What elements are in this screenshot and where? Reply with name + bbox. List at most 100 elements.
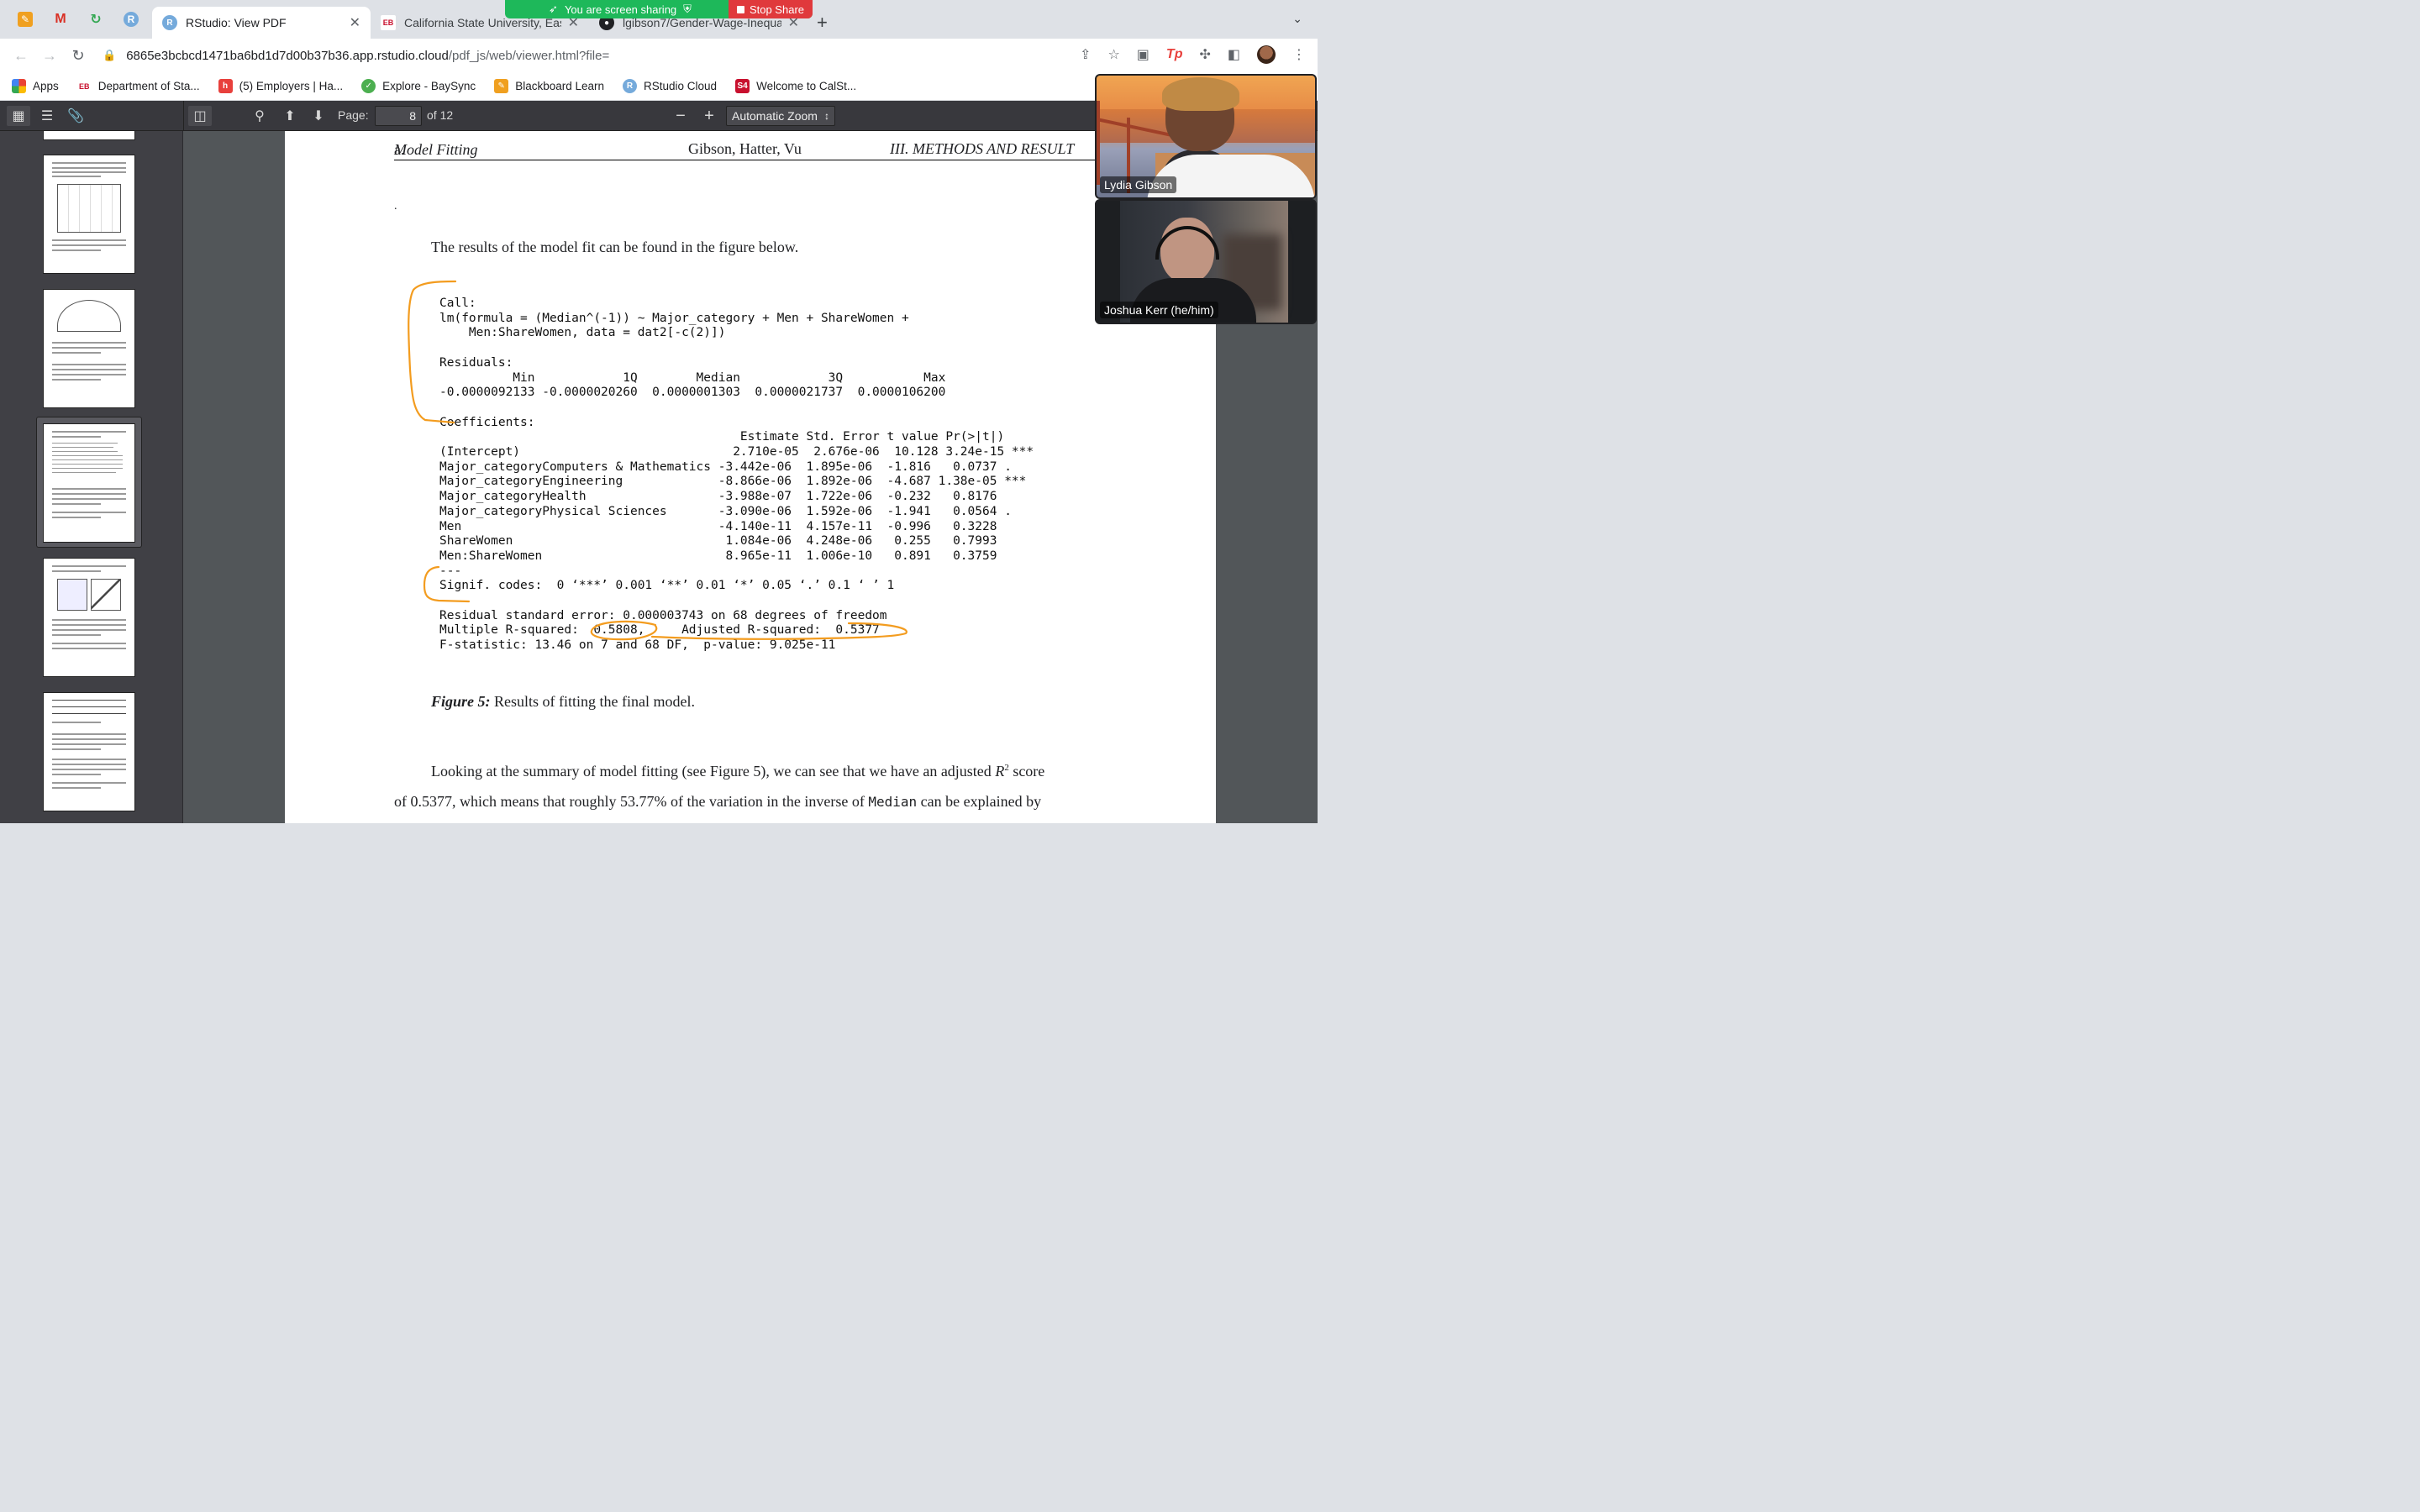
page-thumbnail[interactable] bbox=[44, 131, 134, 139]
page-thumbnail[interactable] bbox=[44, 693, 134, 811]
pinned-tab-refresh[interactable]: ↻ bbox=[81, 8, 111, 31]
share-icon[interactable]: ⇪ bbox=[1080, 46, 1091, 63]
rstudio-favicon-icon: R bbox=[162, 15, 177, 30]
code-line: Major_categoryComputers & Mathematics -3… bbox=[439, 459, 1012, 474]
code-line: Major_categoryEngineering -8.866e-06 1.8… bbox=[439, 475, 1027, 489]
page-label: Page: bbox=[338, 108, 369, 122]
bookmark-rstudio-cloud[interactable]: R RStudio Cloud bbox=[623, 79, 717, 93]
next-page-icon[interactable]: ⬇ bbox=[307, 106, 330, 126]
side-panel-icon[interactable]: ◧ bbox=[1228, 46, 1240, 63]
back-arrow-icon[interactable]: ← bbox=[7, 47, 35, 65]
code-line: lm(formula = (Median^(-1)) ~ Major_categ… bbox=[439, 311, 909, 325]
page-thumbnail[interactable] bbox=[44, 290, 134, 407]
code-line: -0.0000092133 -0.0000020260 0.0000001303… bbox=[439, 386, 946, 400]
tab-search-chevron-icon[interactable]: ⌄ bbox=[1292, 12, 1302, 26]
page-thumbnail[interactable] bbox=[44, 155, 134, 273]
new-tab-button[interactable]: + bbox=[817, 12, 828, 34]
outline-view-icon[interactable]: ☰ bbox=[35, 106, 59, 126]
code-line: Min 1Q Median 3Q Max bbox=[439, 370, 946, 385]
bookmark-department[interactable]: EB Department of Sta... bbox=[76, 79, 200, 93]
code-line: Call: bbox=[439, 297, 476, 310]
page-thumbnail[interactable] bbox=[44, 559, 134, 676]
code-line: Major_categoryPhysical Sciences -3.090e-… bbox=[439, 504, 1012, 518]
tp-extension-icon[interactable]: Tp bbox=[1166, 47, 1183, 62]
stop-icon bbox=[736, 5, 744, 13]
pencil-icon: ✎ bbox=[18, 12, 33, 27]
body-paragraph-line-1: Looking at the summary of model fitting … bbox=[431, 763, 1045, 780]
code-line: Coefficients: bbox=[439, 415, 535, 429]
rstudio-icon: R bbox=[623, 79, 638, 93]
forward-arrow-icon[interactable]: → bbox=[35, 47, 64, 65]
screen-share-banner: ➶ You are screen sharing ⛨ Stop Share bbox=[505, 0, 813, 18]
extension-icon[interactable]: ▣ bbox=[1137, 46, 1150, 63]
code-line: F-statistic: 13.46 on 7 and 68 DF, p-val… bbox=[439, 638, 836, 653]
header-authors: Gibson, Hatter, Vu bbox=[688, 140, 802, 157]
zoom-select[interactable]: Automatic Zoom bbox=[726, 106, 835, 126]
browser-toolbar: ← → ↻ 🔒 6865e3bcbcd1471ba6bd1d7d00b37b36… bbox=[0, 39, 1318, 72]
running-header: a. Model Fitting Gibson, Hatter, Vu III.… bbox=[394, 139, 1218, 160]
code-line: Signif. codes: 0 ‘***’ 0.001 ‘**’ 0.01 ‘… bbox=[439, 579, 895, 593]
screen-sharing-text: You are screen sharing bbox=[564, 3, 677, 16]
blackboard-icon: ✎ bbox=[494, 79, 509, 93]
pinned-tab-gmail[interactable]: M bbox=[45, 8, 76, 31]
participant-video-lydia[interactable]: Lydia Gibson bbox=[1095, 74, 1317, 199]
thumbnail-sidebar bbox=[0, 131, 183, 823]
header-chapter: III. METHODS AND RESULT bbox=[890, 140, 1075, 157]
handshake-icon: h bbox=[218, 79, 233, 93]
intro-paragraph: The results of the model fit can be foun… bbox=[431, 239, 799, 255]
bookmark-apps[interactable]: Apps bbox=[12, 79, 59, 93]
participant-video-joshua[interactable]: Joshua Kerr (he/him) bbox=[1095, 199, 1317, 324]
body-paragraph-line-2: of 0.5377, which means that roughly 53.7… bbox=[394, 793, 1042, 810]
puzzle-icon[interactable]: ✣ bbox=[1199, 46, 1210, 63]
stop-share-button[interactable]: Stop Share bbox=[728, 0, 813, 18]
page-number-input[interactable]: 8 bbox=[375, 106, 422, 126]
code-line: Men:ShareWomen 8.965e-11 1.006e-10 0.891… bbox=[439, 549, 997, 563]
bookmark-blackboard[interactable]: ✎ Blackboard Learn bbox=[494, 79, 604, 93]
eb-icon: EB bbox=[76, 79, 92, 93]
thumbnail-view-icon[interactable]: ▦ bbox=[7, 106, 30, 126]
page-thumbnail-current[interactable] bbox=[44, 424, 134, 542]
search-icon[interactable]: ⚲ bbox=[248, 106, 271, 126]
page-count: of 12 bbox=[427, 108, 454, 122]
zoom-in-icon[interactable]: + bbox=[697, 106, 721, 126]
code-line: --- bbox=[439, 564, 462, 578]
pinned-tab-pencil[interactable]: ✎ bbox=[10, 8, 40, 31]
code-line: Major_categoryHealth -3.988e-07 1.722e-0… bbox=[439, 490, 997, 504]
eb-favicon-icon: EB bbox=[381, 15, 396, 30]
kebab-menu-icon[interactable]: ⋮ bbox=[1292, 46, 1306, 63]
figure-caption: Figure 5: Results of fitting the final m… bbox=[431, 693, 695, 710]
reload-icon[interactable]: ↻ bbox=[64, 47, 92, 65]
rstudio-icon: R bbox=[124, 12, 139, 27]
close-icon[interactable]: ✕ bbox=[350, 14, 360, 31]
profile-avatar[interactable] bbox=[1257, 45, 1276, 64]
pinned-tab-rstudio[interactable]: R bbox=[116, 8, 146, 31]
apps-grid-icon bbox=[12, 79, 26, 93]
code-line: Residual standard error: 0.000003743 on … bbox=[439, 608, 887, 622]
code-line: Residuals: bbox=[439, 355, 513, 370]
zoom-out-icon[interactable]: − bbox=[669, 106, 692, 126]
code-line: Multiple R-squared: 0.5808, Adjusted R-s… bbox=[439, 623, 880, 638]
code-line: (Intercept) 2.710e-05 2.676e-06 10.128 3… bbox=[439, 445, 1034, 459]
attachments-icon[interactable]: 📎 bbox=[64, 106, 87, 126]
lock-icon: 🔒 bbox=[103, 49, 117, 61]
s4-icon: S4 bbox=[735, 79, 750, 93]
bookmark-star-icon[interactable]: ☆ bbox=[1107, 46, 1119, 63]
previous-page-icon[interactable]: ⬆ bbox=[278, 106, 302, 126]
code-line: Men:ShareWomen, data = dat2[-c(2)]) bbox=[439, 326, 726, 340]
bookmark-handshake[interactable]: h (5) Employers | Ha... bbox=[218, 79, 343, 93]
address-bar[interactable]: 🔒 6865e3bcbcd1471ba6bd1d7d00b37b36.app.r… bbox=[97, 42, 1139, 69]
code-line: Men -4.140e-11 4.157e-11 -0.996 0.3228 bbox=[439, 519, 997, 533]
tab-rstudio-view-pdf[interactable]: R RStudio: View PDF ✕ bbox=[152, 7, 371, 39]
toolbar-divider bbox=[183, 101, 184, 131]
share-arrow-icon: ➶ bbox=[549, 3, 558, 15]
gmail-icon: M bbox=[55, 12, 66, 26]
refresh-icon: ↻ bbox=[90, 13, 102, 27]
bookmark-baysync[interactable]: ✓ Explore - BaySync bbox=[361, 79, 476, 93]
baysync-icon: ✓ bbox=[361, 79, 376, 93]
toggle-sidebar-icon[interactable]: ◫ bbox=[188, 106, 212, 126]
r-model-summary-output: Call: lm(formula = (Median^(-1)) ~ Major_… bbox=[439, 297, 1034, 654]
url-host: 6865e3bcbcd1471ba6bd1d7d00b37b36.app.rst… bbox=[126, 48, 449, 63]
bookmark-calstate[interactable]: S4 Welcome to CalSt... bbox=[735, 79, 856, 93]
